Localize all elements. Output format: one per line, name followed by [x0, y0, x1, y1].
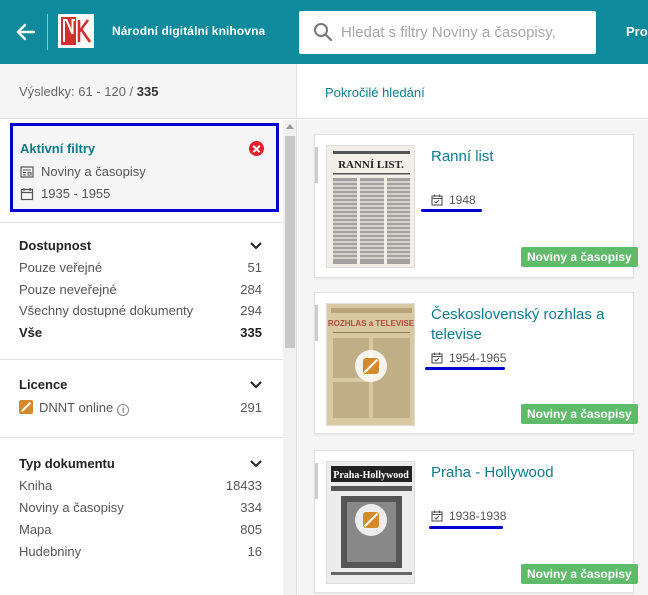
row-count: 291 — [240, 400, 262, 415]
annotation-underline — [429, 526, 503, 529]
results-list: RANNÍ LIST. Ranní list 1948 Noviny a čas… — [298, 120, 648, 595]
search-input[interactable] — [341, 11, 586, 54]
doctype-badge: Noviny a časopisy — [521, 404, 638, 424]
doctype-badge: Noviny a časopisy — [521, 564, 638, 584]
result-date-value: 1954-1965 — [449, 351, 507, 365]
doctype-title[interactable]: Typ dokumentu — [19, 456, 115, 471]
doctype-badge: Noviny a časopisy — [521, 247, 638, 267]
result-card[interactable]: Praha-Hollywood Praha - Hollywood 1938-1… — [314, 450, 638, 593]
row-count: 294 — [240, 303, 262, 318]
restricted-access-icon — [355, 504, 387, 536]
dnnt-icon — [19, 400, 33, 414]
brand-title[interactable]: Národní digitální knihovna — [112, 24, 265, 38]
results-range: Výsledky: 61 - 120 / — [19, 84, 137, 99]
advanced-search-link[interactable]: Pokročilé hledání — [325, 85, 425, 100]
back-arrow-icon[interactable] — [14, 20, 38, 44]
card-accent-bar — [315, 305, 318, 341]
restricted-access-icon — [355, 350, 387, 382]
header-divider — [47, 14, 48, 50]
thumbnail-masthead: ROZHLAS a TELEVISE — [328, 319, 415, 328]
row-count: 335 — [240, 325, 262, 340]
result-date-value: 1938-1938 — [449, 509, 507, 523]
active-filter-doctype-label: Noviny a časopisy — [41, 164, 146, 179]
filter-sidebar: Aktivní filtry Noviny a časopisy 1935 - … — [0, 120, 297, 595]
doctype-section: Typ dokumentu Kniha 18433 Noviny a časopi… — [0, 437, 283, 595]
availability-section: Dostupnost Pouze veřejné 51 Pouze neveřej… — [0, 222, 283, 359]
doctype-row-periodical[interactable]: Noviny a časopisy 334 — [19, 500, 262, 515]
result-title[interactable]: Ranní list — [431, 147, 626, 167]
row-label: Mapa — [19, 522, 52, 537]
availability-row-all-available[interactable]: Všechny dostupné dokumenty 294 — [19, 303, 262, 318]
row-count: 805 — [240, 522, 262, 537]
row-count: 16 — [247, 544, 262, 559]
row-count: 284 — [240, 282, 262, 297]
result-date: 1938-1938 — [431, 509, 506, 523]
ndk-logo[interactable] — [58, 14, 94, 48]
info-icon[interactable]: i — [117, 404, 130, 416]
row-label: Všechny dostupné dokumenty — [19, 303, 194, 318]
license-title[interactable]: Licence — [19, 377, 67, 392]
chevron-down-icon[interactable] — [249, 241, 263, 251]
result-date: 1948 — [431, 193, 476, 207]
chevron-down-icon[interactable] — [249, 459, 263, 469]
active-filter-date-label: 1935 - 1955 — [41, 186, 111, 201]
availability-row-public[interactable]: Pouze veřejné 51 — [19, 260, 262, 275]
annotation-underline — [425, 367, 505, 370]
search-box[interactable] — [299, 11, 596, 54]
chevron-down-icon[interactable] — [249, 380, 263, 390]
result-thumbnail[interactable]: RANNÍ LIST. — [326, 145, 415, 268]
row-count: 51 — [247, 260, 262, 275]
row-label: DNNT online — [39, 400, 114, 415]
doctype-row-music[interactable]: Hudebniny 16 — [19, 544, 262, 559]
result-date: 1954-1965 — [431, 351, 506, 365]
row-label: Pouze neveřejné — [19, 282, 117, 297]
sidebar-scrollbar[interactable] — [283, 120, 296, 595]
app-header: Národní digitální knihovna Pro — [0, 0, 648, 64]
calendar-icon — [20, 187, 34, 201]
calendar-check-icon — [431, 510, 443, 522]
result-date-value: 1948 — [449, 193, 476, 207]
active-filters-panel: Aktivní filtry Noviny a časopisy 1935 - … — [10, 123, 279, 212]
advanced-search-bar: Pokročilé hledání — [297, 64, 648, 119]
thumbnail-masthead: RANNÍ LIST. — [338, 159, 404, 171]
active-filters-title: Aktivní filtry — [20, 141, 96, 156]
newspaper-icon — [20, 165, 34, 179]
active-filter-date[interactable]: 1935 - 1955 — [20, 186, 110, 201]
scroll-thumb[interactable] — [285, 136, 295, 348]
doctype-row-book[interactable]: Kniha 18433 — [19, 478, 262, 493]
search-icon[interactable] — [313, 22, 333, 42]
availability-title[interactable]: Dostupnost — [19, 238, 91, 253]
row-label: Pouze veřejné — [19, 260, 103, 275]
row-count: 18433 — [225, 478, 262, 493]
row-label: Noviny a časopisy — [19, 500, 124, 515]
row-label: Kniha — [19, 478, 53, 493]
availability-row-private[interactable]: Pouze neveřejné 284 — [19, 282, 262, 297]
results-total: 335 — [136, 84, 159, 99]
scroll-up-arrow-icon[interactable] — [286, 124, 294, 129]
results-count: Výsledky: 61 - 120 / 335 — [19, 84, 158, 99]
result-thumbnail[interactable]: ROZHLAS a TELEVISE — [326, 303, 415, 426]
annotation-underline — [421, 209, 482, 212]
license-section: Licence DNNT online i 291 — [0, 359, 283, 437]
result-card[interactable]: RANNÍ LIST. Ranní list 1948 Noviny a čas… — [314, 134, 638, 278]
result-title[interactable]: Praha - Hollywood — [431, 463, 626, 483]
calendar-check-icon — [431, 194, 443, 206]
result-card[interactable]: ROZHLAS a TELEVISE Československý rozhla… — [314, 292, 638, 434]
header-right-link[interactable]: Pro — [626, 24, 648, 39]
availability-row-all[interactable]: Vše 335 — [19, 325, 262, 340]
thumbnail-masthead: Praha-Hollywood — [333, 470, 409, 481]
result-thumbnail[interactable]: Praha-Hollywood — [326, 461, 415, 584]
results-bar: Výsledky: 61 - 120 / 335 — [0, 64, 297, 119]
license-row-dnnt[interactable]: DNNT online i 291 — [19, 400, 262, 416]
clear-filters-icon[interactable] — [249, 141, 264, 156]
row-label: Hudebniny — [19, 544, 82, 559]
result-title[interactable]: Československý rozhlas a televise — [431, 305, 626, 345]
card-accent-bar — [315, 147, 318, 183]
active-filter-doctype[interactable]: Noviny a časopisy — [20, 164, 146, 179]
row-label: Vše — [19, 325, 43, 340]
doctype-row-map[interactable]: Mapa 805 — [19, 522, 262, 537]
calendar-check-icon — [431, 352, 443, 364]
row-count: 334 — [240, 500, 262, 515]
card-accent-bar — [315, 463, 318, 499]
